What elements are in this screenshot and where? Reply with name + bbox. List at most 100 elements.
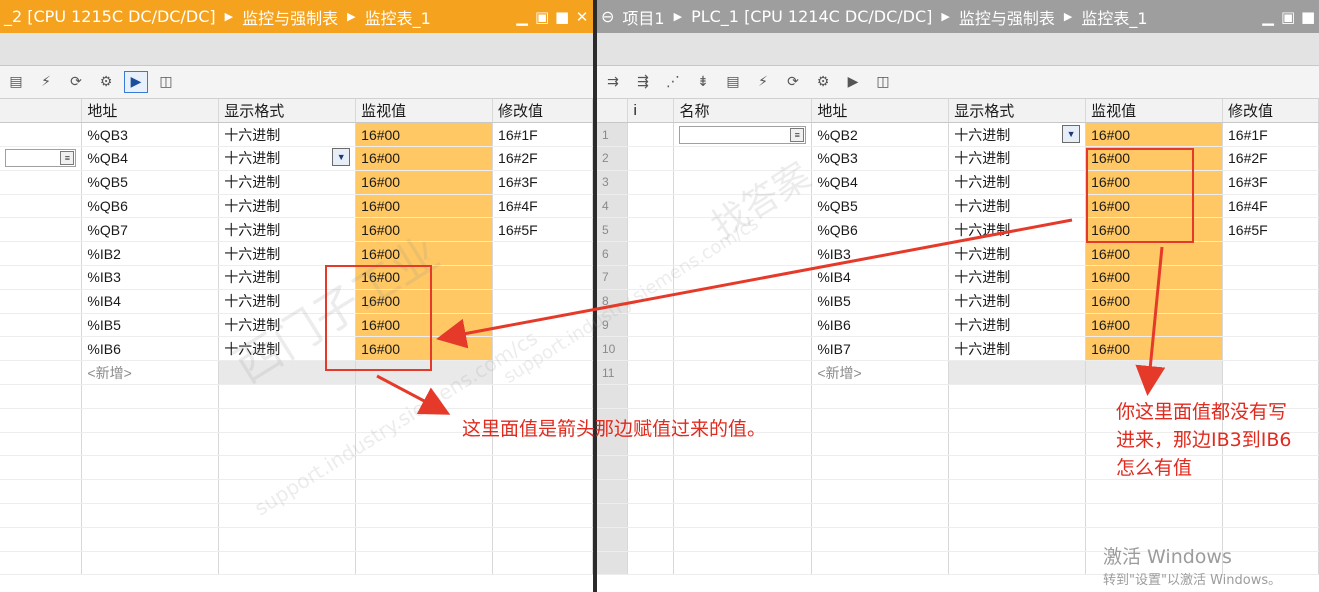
format-cell[interactable]: 十六进制 ▼ xyxy=(948,122,1087,148)
format-cell[interactable]: 十六进制 xyxy=(948,146,1087,171)
monitor-all-icon[interactable]: ▶ xyxy=(124,71,148,93)
maximize-icon[interactable]: ■ xyxy=(555,8,569,26)
format-cell[interactable]: 十六进制 xyxy=(948,194,1087,219)
address-cell[interactable]: %IB3 xyxy=(811,241,950,267)
table-row-new[interactable]: 11 <新增> xyxy=(597,360,1319,386)
table-row[interactable]: %QB5 十六进制 16#00 16#3F xyxy=(0,170,593,195)
right-breadcrumb-table[interactable]: 监控表_1 xyxy=(1077,5,1151,29)
modify-value-cell[interactable] xyxy=(492,265,593,290)
show-all-modify-icon[interactable]: ⋰ xyxy=(661,71,685,93)
modify-trigger-icon[interactable]: ⟳ xyxy=(781,71,805,93)
address-cell[interactable]: %QB2 xyxy=(811,122,950,148)
restore-icon[interactable]: ▣ xyxy=(1281,8,1295,26)
new-row-cell[interactable]: <新增> xyxy=(811,360,950,386)
column-header-info[interactable]: i xyxy=(627,99,675,124)
display-once-icon[interactable]: ▤ xyxy=(4,71,28,93)
table-row[interactable]: ≡ %QB4 十六进制 ▼ 16#00 16#2F xyxy=(0,146,593,171)
address-cell[interactable]: %IB3 xyxy=(81,265,220,290)
modify-value-cell[interactable]: 16#3F xyxy=(1222,170,1319,195)
left-breadcrumb-device[interactable]: _2 [CPU 1215C DC/DC/DC] xyxy=(0,7,220,26)
format-cell[interactable]: 十六进制 xyxy=(218,217,357,243)
column-header-address[interactable]: 地址 xyxy=(811,99,950,124)
list-icon[interactable]: ≡ xyxy=(790,127,805,142)
format-cell[interactable]: 十六进制 xyxy=(948,265,1087,290)
monitor-all-icon[interactable]: ▶ xyxy=(841,71,865,93)
name-cell[interactable] xyxy=(0,360,83,386)
left-breadcrumb-table[interactable]: 监控表_1 xyxy=(361,5,435,29)
format-cell[interactable]: 十六进制 xyxy=(218,170,357,195)
name-cell[interactable] xyxy=(0,217,83,243)
address-cell[interactable]: %QB5 xyxy=(81,170,220,195)
address-cell[interactable]: %IB4 xyxy=(81,289,220,314)
name-cell[interactable] xyxy=(673,289,813,314)
monitor-once-icon[interactable]: ◫ xyxy=(154,71,178,93)
address-cell[interactable]: %QB4 xyxy=(81,146,220,171)
address-cell[interactable]: %QB7 xyxy=(81,217,220,243)
address-cell[interactable]: %IB6 xyxy=(81,336,220,362)
table-row[interactable]: 2 %QB3 十六进制 16#00 16#2F xyxy=(597,146,1319,171)
column-header-monitor[interactable]: 监视值 xyxy=(1085,99,1223,124)
format-cell[interactable]: 十六进制 xyxy=(948,313,1087,338)
format-dropdown-icon[interactable]: ▼ xyxy=(332,148,351,167)
table-row[interactable]: 7 %IB4 十六进制 16#00 xyxy=(597,265,1319,290)
modify-value-cell[interactable] xyxy=(1222,360,1319,386)
right-breadcrumb-project[interactable]: 项目1 xyxy=(618,5,668,29)
row-number[interactable]: 5 xyxy=(597,217,629,243)
name-cell[interactable] xyxy=(673,336,813,362)
table-row[interactable]: 8 %IB5 十六进制 16#00 xyxy=(597,289,1319,314)
format-cell[interactable]: 十六进制 xyxy=(948,336,1087,362)
name-cell[interactable]: ≡ xyxy=(0,146,83,171)
modify-value-cell[interactable]: 16#2F xyxy=(1222,146,1319,171)
name-cell[interactable] xyxy=(0,241,83,267)
table-row[interactable]: %QB6 十六进制 16#00 16#4F xyxy=(0,194,593,219)
modify-trigger-icon[interactable]: ⟳ xyxy=(64,71,88,93)
format-cell[interactable]: 十六进制 xyxy=(218,194,357,219)
address-cell[interactable]: %IB5 xyxy=(81,313,220,338)
table-row[interactable]: 9 %IB6 十六进制 16#00 xyxy=(597,313,1319,338)
column-header-format[interactable]: 显示格式 xyxy=(948,99,1087,124)
modify-value-cell[interactable]: 16#5F xyxy=(492,217,593,243)
address-cell[interactable]: %QB6 xyxy=(811,217,950,243)
name-cell[interactable] xyxy=(0,194,83,219)
row-number[interactable]: 11 xyxy=(597,360,629,386)
maximize-icon[interactable]: ■ xyxy=(1301,8,1315,26)
enable-peripheral-icon[interactable]: ⚙ xyxy=(94,71,118,93)
name-cell[interactable] xyxy=(0,170,83,195)
format-cell[interactable]: 十六进制 xyxy=(948,170,1087,195)
format-cell[interactable]: 十六进制 xyxy=(218,122,357,148)
format-cell[interactable]: 十六进制 xyxy=(948,241,1087,267)
modify-value-cell[interactable] xyxy=(1222,241,1319,267)
address-cell[interactable]: %QB4 xyxy=(811,170,950,195)
address-cell[interactable]: %IB6 xyxy=(811,313,950,338)
address-cell[interactable]: %IB7 xyxy=(811,336,950,362)
modify-value-cell[interactable] xyxy=(1222,313,1319,338)
column-header-modify[interactable]: 修改值 xyxy=(1222,99,1319,124)
left-breadcrumb-folder[interactable]: 监控与强制表 xyxy=(238,5,342,29)
modify-value-cell[interactable] xyxy=(1222,336,1319,362)
format-cell[interactable]: 十六进制 xyxy=(948,217,1087,243)
column-header-name[interactable]: 名称 xyxy=(673,99,813,124)
name-cell[interactable] xyxy=(0,289,83,314)
show-force-icon[interactable]: ⇟ xyxy=(691,71,715,93)
new-row-cell[interactable]: <新增> xyxy=(81,360,220,386)
monitor-once-icon[interactable]: ◫ xyxy=(871,71,895,93)
add-row-icon[interactable]: ⇶ xyxy=(631,71,655,93)
column-header-format[interactable]: 显示格式 xyxy=(218,99,357,124)
name-cell[interactable] xyxy=(673,313,813,338)
name-cell[interactable]: ≡ xyxy=(673,122,813,148)
column-header-address[interactable]: 地址 xyxy=(81,99,220,124)
modify-value-cell[interactable] xyxy=(492,289,593,314)
address-cell[interactable]: %QB5 xyxy=(811,194,950,219)
modify-now-icon[interactable]: ⚡ xyxy=(34,71,58,93)
table-row[interactable]: %IB3 十六进制 16#00 xyxy=(0,265,593,290)
table-row[interactable]: 3 %QB4 十六进制 16#00 16#3F xyxy=(597,170,1319,195)
modify-value-cell[interactable]: 16#1F xyxy=(1222,122,1319,148)
row-number[interactable]: 2 xyxy=(597,146,629,171)
modify-value-cell[interactable]: 16#4F xyxy=(1222,194,1319,219)
row-number[interactable]: 10 xyxy=(597,336,629,362)
modify-now-icon[interactable]: ⚡ xyxy=(751,71,775,93)
row-number[interactable]: 3 xyxy=(597,170,629,195)
address-cell[interactable]: %IB4 xyxy=(811,265,950,290)
insert-row-icon[interactable]: ⇉ xyxy=(601,71,625,93)
table-row[interactable]: 5 %QB6 十六进制 16#00 16#5F xyxy=(597,217,1319,243)
